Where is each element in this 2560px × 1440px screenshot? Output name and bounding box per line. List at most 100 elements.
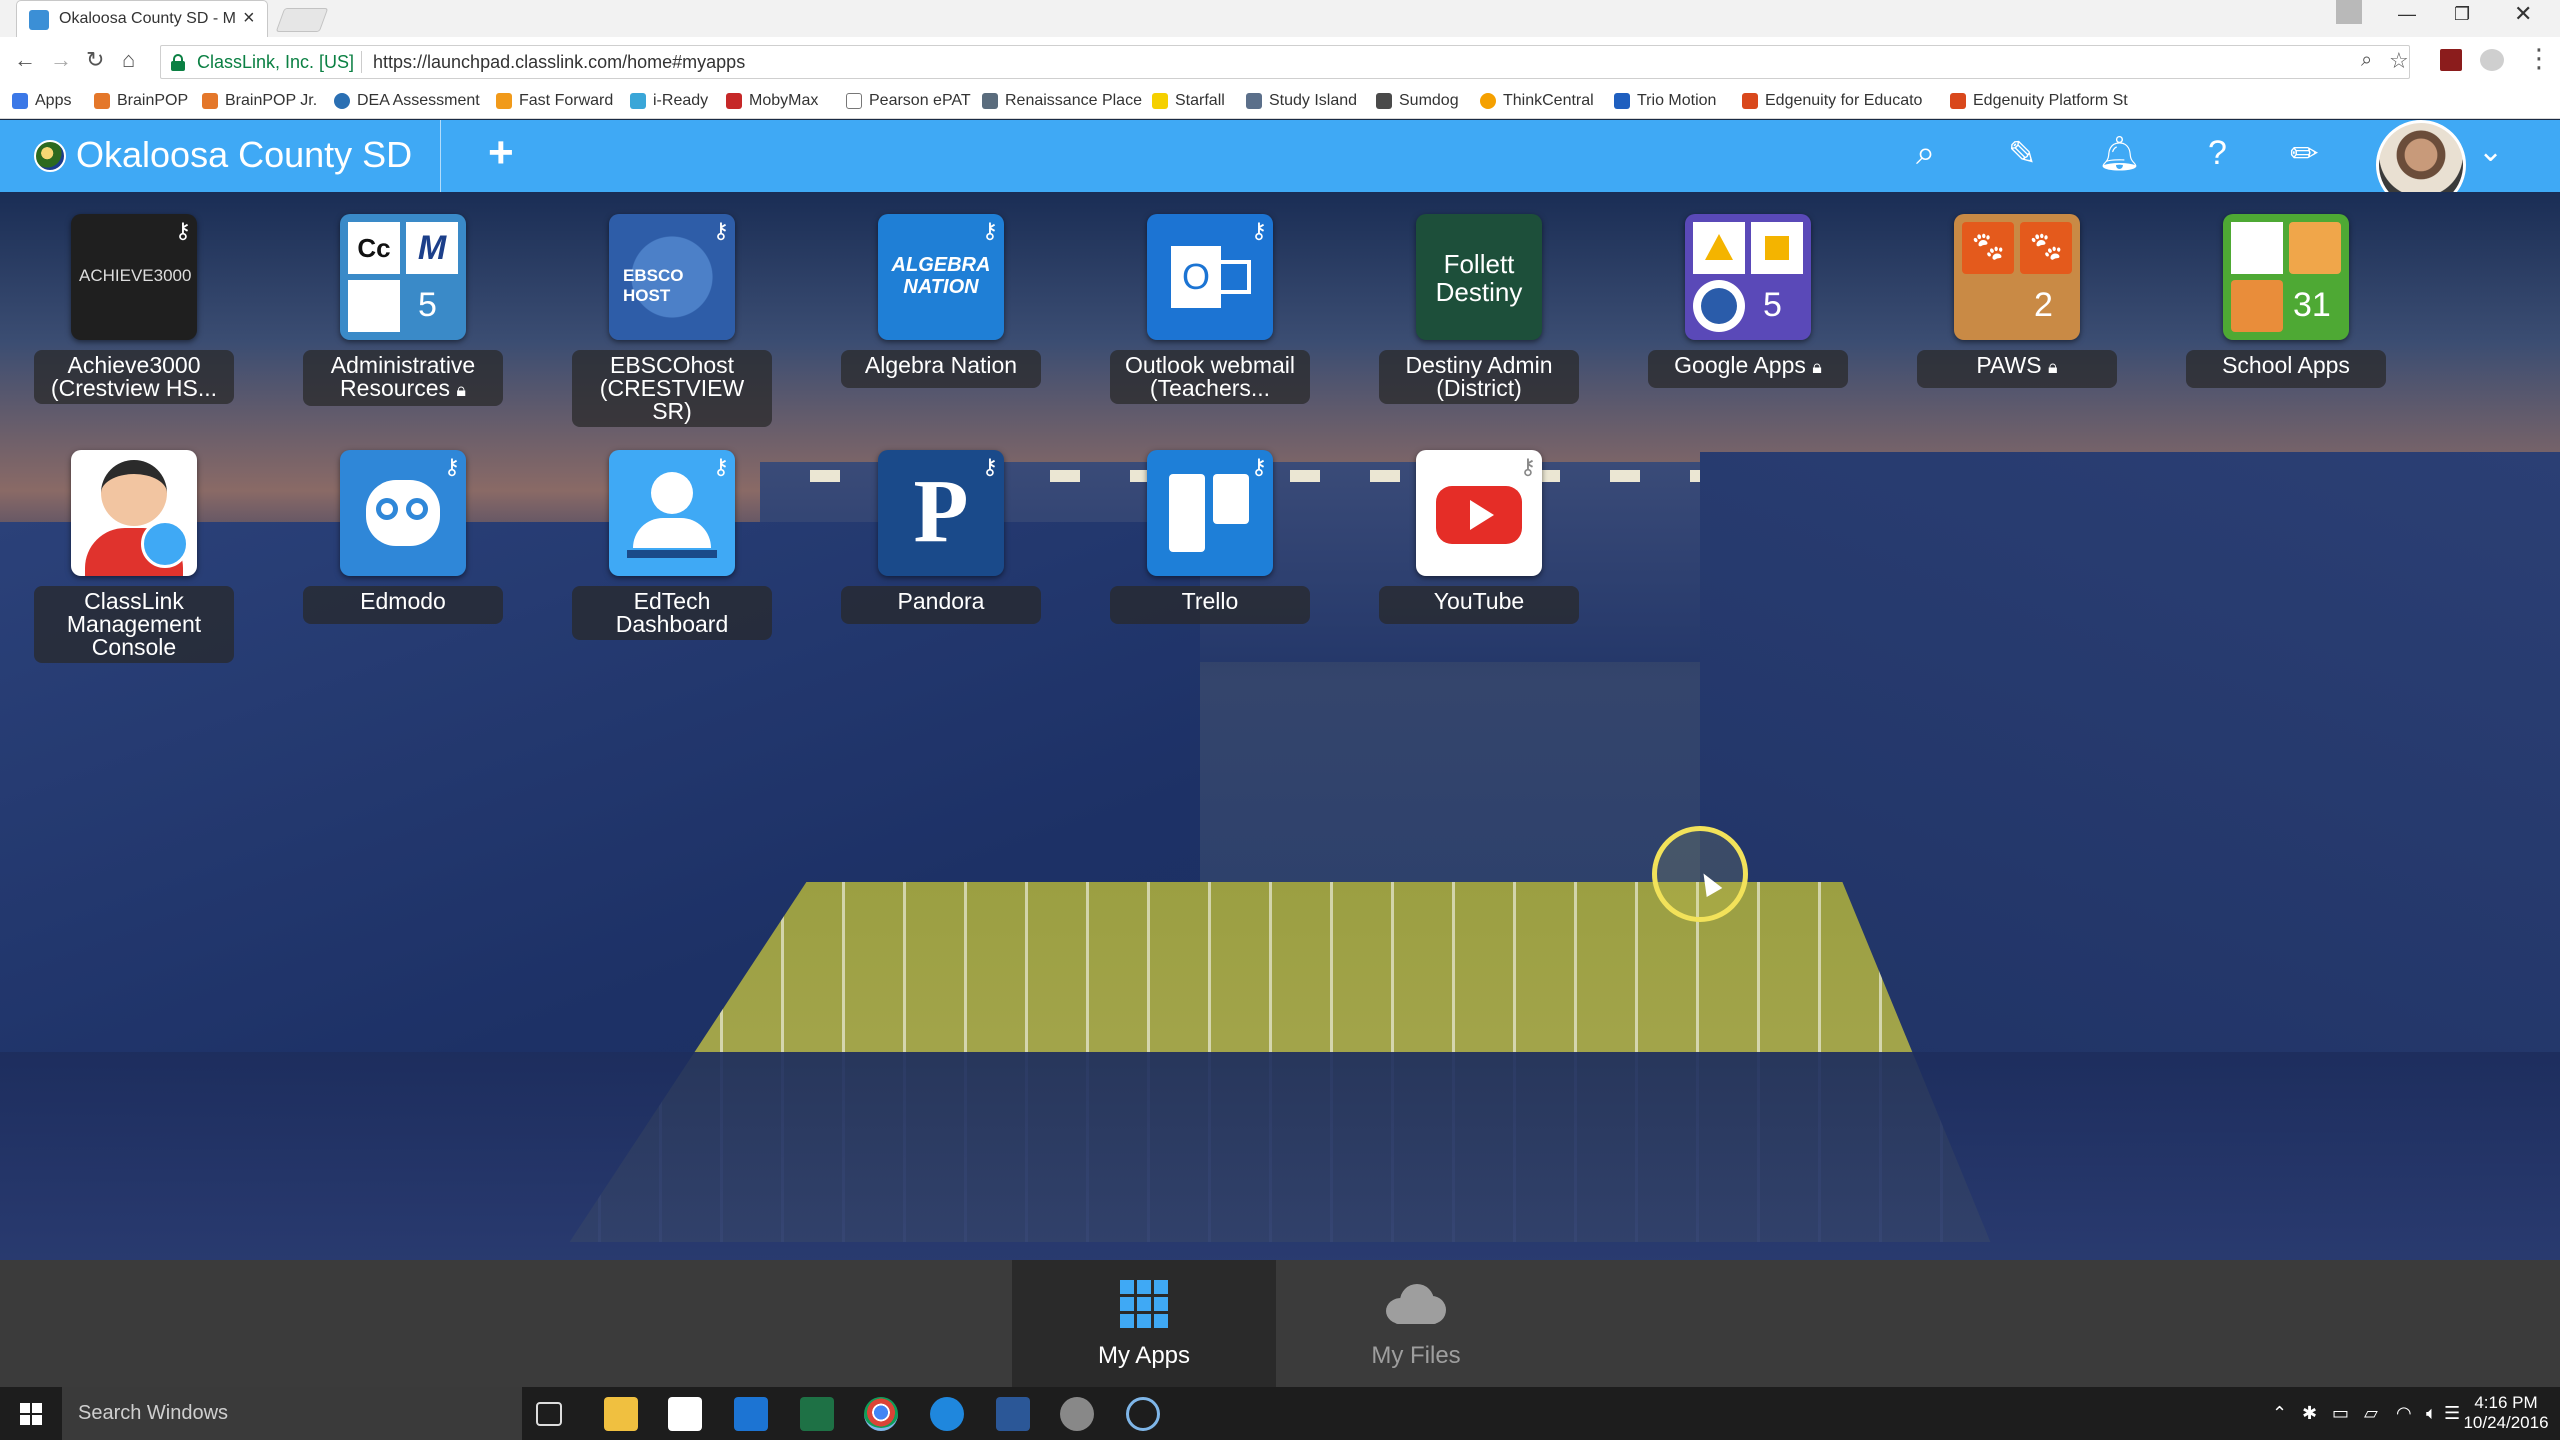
app-label: PAWS 🔒︎ xyxy=(1917,350,2117,388)
tab-my-apps[interactable]: My Apps xyxy=(1012,1260,1276,1387)
app-tile-administrative-resources[interactable]: Cc M 5 Administrative Resources 🔒︎ xyxy=(303,214,503,454)
clock-time: 4:16 PM xyxy=(2474,1393,2538,1412)
bookmark-trio-motion[interactable]: Trio Motion xyxy=(1614,92,1716,110)
app-tile-destiny-admin[interactable]: Follett Destiny Destiny Admin (District) xyxy=(1379,214,1579,454)
tab-close-icon[interactable]: × xyxy=(243,7,255,30)
back-icon[interactable]: ← xyxy=(14,47,36,73)
volume-icon[interactable]: 🔈︎ xyxy=(2426,1403,2437,1424)
app-tile-algebra-nation[interactable]: ALGEBRA NATION ⚷ Algebra Nation xyxy=(841,214,1041,454)
bookmark-pearson-epat[interactable]: Pearson ePAT xyxy=(846,92,971,110)
chrome-icon[interactable] xyxy=(864,1397,898,1431)
bookmark-study-island[interactable]: Study Island xyxy=(1246,92,1357,110)
battery-icon[interactable]: ▭ xyxy=(2332,1403,2349,1424)
window-restore-icon[interactable]: ❐ xyxy=(2454,4,2470,25)
extension-icon[interactable] xyxy=(2480,49,2504,71)
bookmark-sumdog[interactable]: Sumdog xyxy=(1376,92,1459,110)
chrome-menu-icon[interactable]: ⋮ xyxy=(2526,43,2552,74)
key-icon: ⚷ xyxy=(981,454,998,479)
url-text[interactable]: https://launchpad.classlink.com/home#mya… xyxy=(373,52,745,73)
bookmark-fast-forward[interactable]: Fast Forward xyxy=(496,92,613,110)
home-icon[interactable]: ⌂ xyxy=(122,47,135,73)
study-island-icon xyxy=(1246,93,1262,109)
browser-tab[interactable]: Okaloosa County SD - M × xyxy=(16,0,268,37)
app-tile-edmodo[interactable]: ⚷ Edmodo xyxy=(303,450,503,690)
forward-icon[interactable]: → xyxy=(50,47,72,73)
bookmark-star-icon[interactable]: ☆ xyxy=(2389,48,2409,74)
new-tab-button[interactable] xyxy=(275,8,329,32)
excel-icon[interactable] xyxy=(800,1397,834,1431)
m-app-icon: M xyxy=(406,222,458,274)
app-tile-outlook-webmail[interactable]: O ⚷ Outlook webmail (Teachers... xyxy=(1110,214,1310,454)
bookmark-edgenuity-platform[interactable]: Edgenuity Platform St xyxy=(1950,92,2128,110)
app-icon[interactable] xyxy=(1060,1397,1094,1431)
wifi-icon[interactable]: ◠ xyxy=(2396,1403,2412,1424)
app-tile-paws[interactable]: 🐾︎ 🐾︎ 2 PAWS 🔒︎ xyxy=(1917,214,2117,454)
internet-explorer-icon[interactable] xyxy=(930,1397,964,1431)
app-tile-ebscohost[interactable]: EBSCO HOST ⚷ EBSCOhost (CRESTVIEW SR) xyxy=(572,214,772,454)
compose-icon[interactable]: ✎ xyxy=(2008,134,2037,174)
envelope-icon xyxy=(1217,260,1251,294)
window-minimize-icon[interactable]: — xyxy=(2398,4,2416,25)
bell-icon[interactable]: 🔔︎ xyxy=(2098,134,2141,174)
bookmark-edgenuity-educators[interactable]: Edgenuity for Educato xyxy=(1742,92,1922,110)
mobymax-icon xyxy=(726,93,742,109)
store-icon[interactable] xyxy=(668,1397,702,1431)
apps-grid-icon xyxy=(1120,1280,1168,1328)
bookmark-i-ready[interactable]: i-Ready xyxy=(630,92,708,110)
action-center-icon[interactable]: ☰ xyxy=(2444,1403,2460,1424)
network-icon[interactable]: ▱ xyxy=(2364,1403,2378,1424)
folder-icon: 5 xyxy=(1685,214,1811,340)
app-tile-youtube[interactable]: ⚷ YouTube xyxy=(1379,450,1579,690)
app-tile-achieve3000[interactable]: ACHIEVE3000 ⚷ Achieve3000 (Crestview HS.… xyxy=(34,214,234,454)
district-name: Okaloosa County SD xyxy=(76,134,413,175)
app-tile-google-apps[interactable]: 5 Google Apps 🔒︎ xyxy=(1648,214,1848,454)
bookmark-brainpop-jr[interactable]: BrainPOP Jr. xyxy=(202,92,317,110)
extension-pdf-icon[interactable] xyxy=(2440,49,2462,71)
tab-my-files[interactable]: My Files xyxy=(1284,1260,1548,1387)
address-bar[interactable]: ClassLink, Inc. [US] https://launchpad.c… xyxy=(160,45,2410,79)
screen-recorder-icon[interactable] xyxy=(1126,1397,1160,1431)
app-label: Edmodo xyxy=(303,586,503,624)
app-thumbnail-icon xyxy=(2289,222,2341,274)
help-icon[interactable]: ? xyxy=(2208,134,2227,173)
bookmark-brainpop[interactable]: BrainPOP xyxy=(94,92,188,110)
paw-icon: 🐾︎ xyxy=(1962,222,2014,274)
app-tile-classlink-management-console[interactable]: ClassLink Management Console xyxy=(34,450,234,690)
bookmark-apps[interactable]: Apps xyxy=(12,92,71,110)
app-tile-trello[interactable]: ⚷ Trello xyxy=(1110,450,1310,690)
add-app-icon[interactable]: + xyxy=(488,128,514,178)
app-tile-pandora[interactable]: P ⚷ Pandora xyxy=(841,450,1041,690)
chevron-down-icon[interactable]: ⌄ xyxy=(2478,134,2503,169)
file-explorer-icon[interactable] xyxy=(604,1397,638,1431)
tray-expand-icon[interactable]: ⌃ xyxy=(2272,1403,2287,1424)
pencil-icon[interactable]: ✏︎ xyxy=(2290,134,2319,174)
word-icon[interactable] xyxy=(996,1397,1030,1431)
app-tile-school-apps[interactable]: 31 School Apps xyxy=(2186,214,2386,454)
taskbar-search[interactable]: Search Windows xyxy=(62,1387,522,1440)
outlook-taskbar-icon[interactable] xyxy=(734,1397,768,1431)
ebscohost-icon: EBSCO HOST ⚷ xyxy=(609,214,735,340)
taskbar-clock[interactable]: 4:16 PM 10/24/2016 xyxy=(2460,1393,2552,1433)
windows-start-icon[interactable] xyxy=(20,1403,42,1425)
task-view-icon[interactable] xyxy=(536,1402,562,1426)
app-thumbnail-icon xyxy=(2231,222,2283,274)
app-tile-edtech-dashboard[interactable]: ⚷ EdTech Dashboard xyxy=(572,450,772,690)
window-close-icon[interactable]: ✕ xyxy=(2514,1,2532,27)
app-label: EBSCOhost (CRESTVIEW SR) xyxy=(572,350,772,427)
bookmark-starfall[interactable]: Starfall xyxy=(1152,92,1225,110)
bookmark-dea-assessment[interactable]: DEA Assessment xyxy=(334,92,480,110)
tray-app-icon[interactable]: ✱ xyxy=(2302,1403,2317,1424)
google-drive-icon xyxy=(1693,222,1745,274)
edmodo-icon: ⚷ xyxy=(340,450,466,576)
paw-icon: 🐾︎ xyxy=(2020,222,2072,274)
tab-label: My Files xyxy=(1371,1342,1461,1369)
zoom-icon[interactable]: ⌕ xyxy=(2361,49,2372,72)
key-icon: ⚷ xyxy=(443,454,460,479)
bookmark-thinkcentral[interactable]: ThinkCentral xyxy=(1480,92,1594,110)
search-icon[interactable]: ⌕ xyxy=(1916,134,1935,173)
bookmark-mobymax[interactable]: MobyMax xyxy=(726,92,818,110)
chrome-profile-icon[interactable] xyxy=(2336,0,2362,24)
reload-icon[interactable]: ↻ xyxy=(86,47,104,73)
app-label: Administrative Resources 🔒︎ xyxy=(303,350,503,406)
bookmark-renaissance-place[interactable]: Renaissance Place xyxy=(982,92,1142,110)
